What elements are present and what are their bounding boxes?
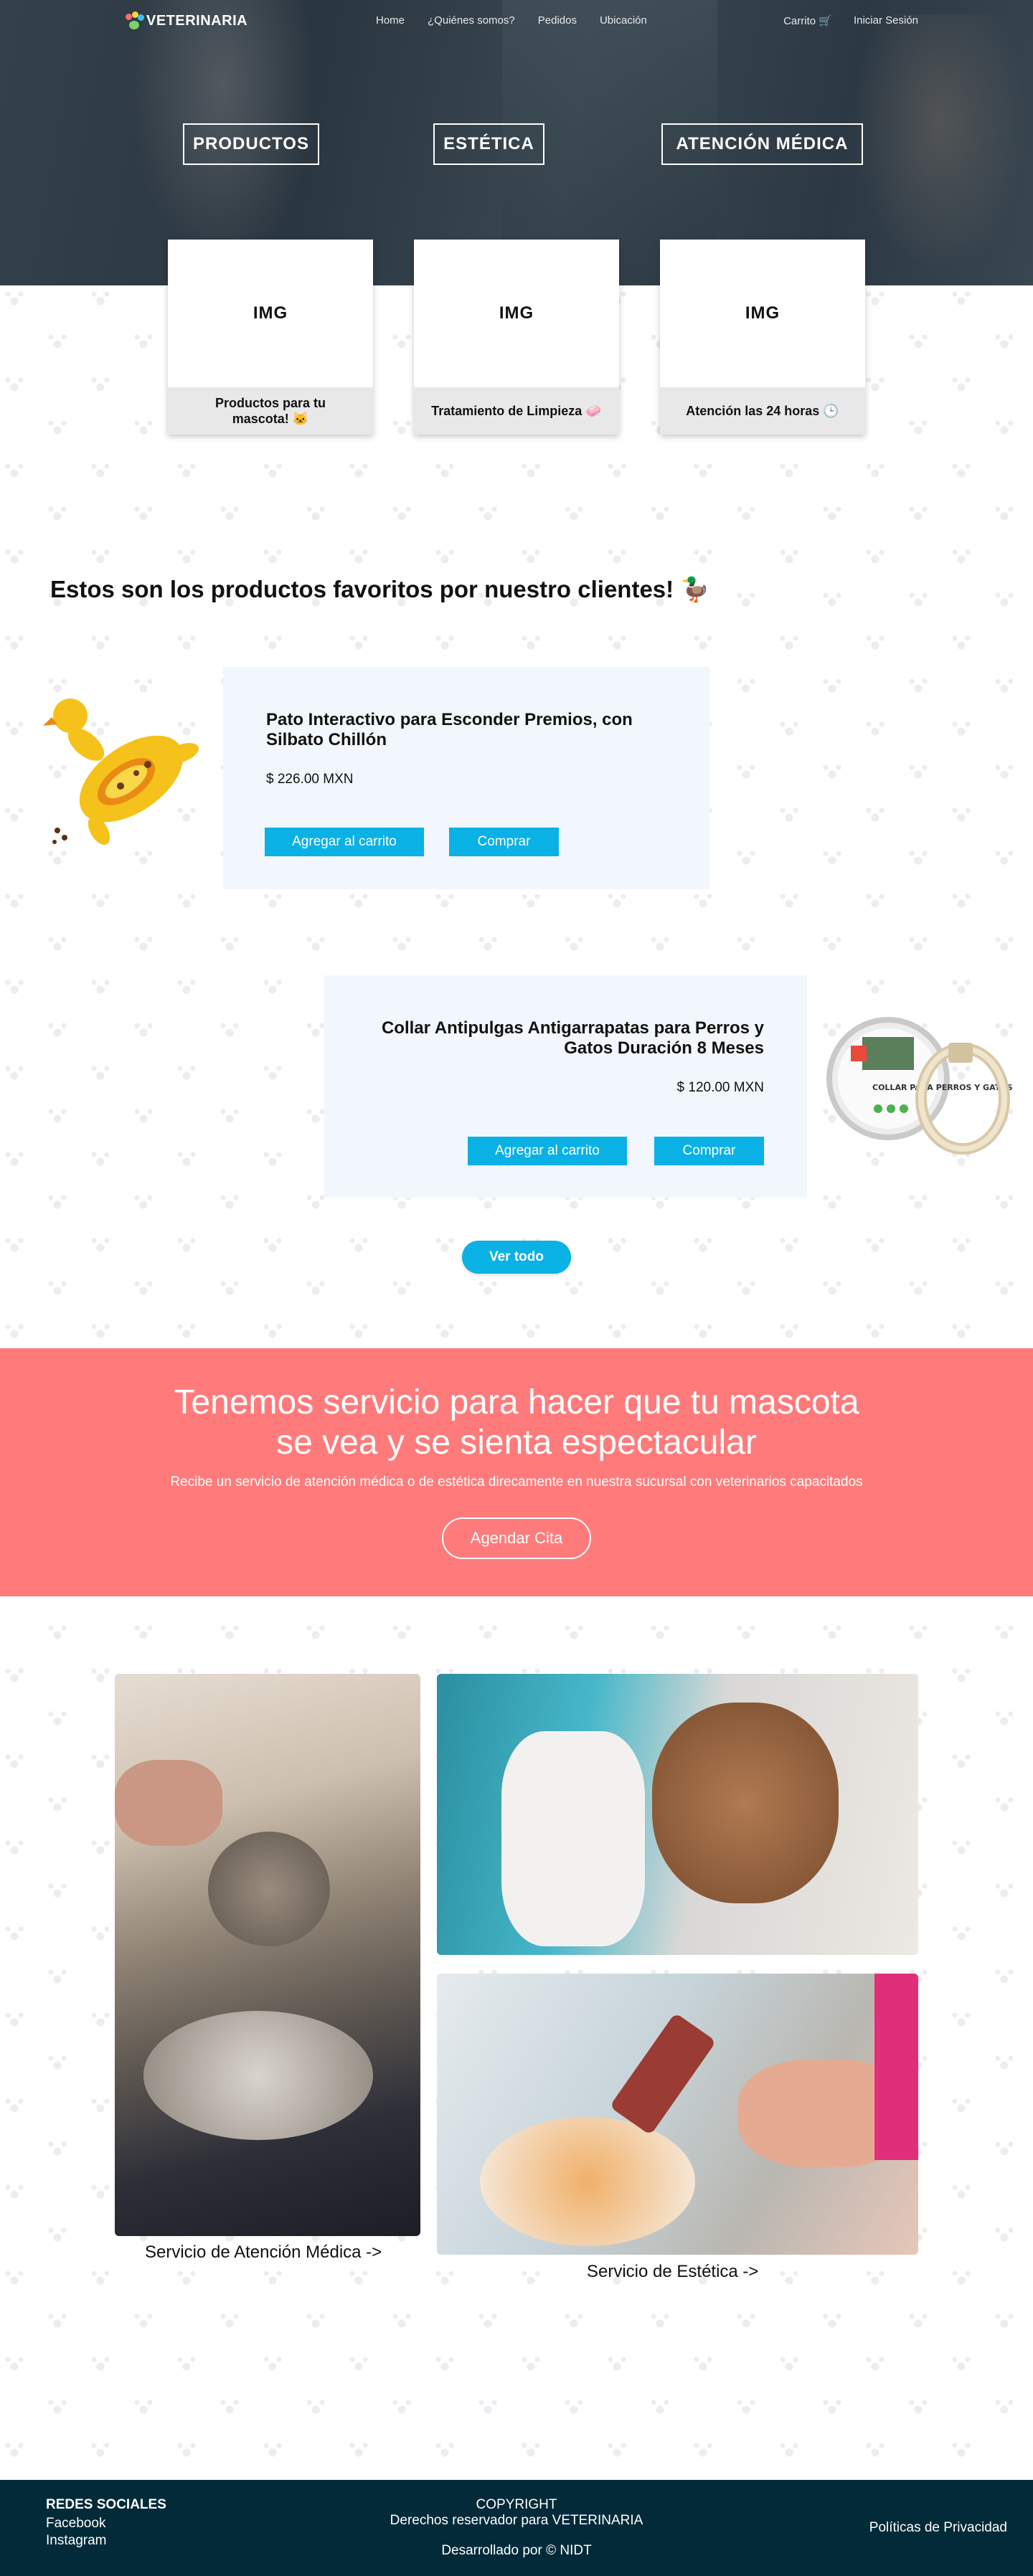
product-name[interactable]: Pato Interactivo para Esconder Premios, … [266, 710, 668, 750]
image-placeholder: IMG [745, 303, 780, 323]
card-caption: Productos para tu mascota! 🐱 [168, 387, 373, 435]
promo-title-line1: Tenemos servicio para hacer que tu masco… [174, 1383, 859, 1421]
privacy-policy-link[interactable]: Políticas de Privacidad [869, 2520, 1007, 2536]
nav-location[interactable]: Ubicación [600, 14, 647, 27]
promo-title-line2: se vea y se sienta espectacular [276, 1424, 757, 1462]
add-to-cart-button[interactable]: Agregar al carrito [468, 1137, 627, 1165]
buy-button[interactable]: Comprar [654, 1137, 764, 1165]
nav-links: Home ¿Quiénes somos? Pedidos Ubicación [376, 14, 670, 27]
products-button[interactable]: PRODUCTOS [183, 123, 319, 165]
cat-face [208, 1832, 330, 1946]
flea-collar-image[interactable]: COLLAR PARA PERROS Y GATOS [822, 1001, 1013, 1169]
service-card-products[interactable]: IMG Productos para tu mascota! 🐱 [168, 240, 373, 435]
hero-photo-nurse [846, 14, 1033, 285]
hand [115, 1760, 222, 1846]
duck-toy-image[interactable] [42, 694, 201, 861]
trimmer [609, 2012, 717, 2136]
nav-orders[interactable]: Pedidos [538, 14, 577, 27]
persian-cat [480, 2117, 695, 2246]
aesthetics-button[interactable]: ESTÉTICA [433, 123, 544, 165]
puppy-grooming-photo[interactable] [437, 1674, 918, 1955]
product-name[interactable]: Collar Antipulgas Antigarrapatas para Pe… [362, 1018, 764, 1059]
top-navbar: VETERINARIA Home ¿Quiénes somos? Pedidos… [0, 0, 1033, 43]
cat-medical-photo[interactable] [115, 1674, 420, 2236]
nav-about[interactable]: ¿Quiénes somos? [428, 14, 515, 27]
aesthetic-service-link[interactable]: Servicio de Estética -> [587, 2262, 758, 2282]
paw-logo-icon [125, 11, 144, 30]
promo-subtitle: Recibe un servicio de atención médica o … [170, 1474, 863, 1490]
copyright-title: COPYRIGHT [476, 2497, 557, 2512]
image-placeholder: IMG [499, 303, 534, 323]
medical-care-button[interactable]: ATENCIÓN MÉDICA [661, 123, 863, 165]
buy-button[interactable]: Comprar [449, 828, 559, 856]
favorites-title: Estos son los productos favoritos por nu… [50, 576, 710, 602]
product-card-collar: Collar Antipulgas Antigarrapatas para Pe… [324, 975, 807, 1198]
collar-package-text: COLLAR PARA PERROS Y GATOS [872, 1083, 1013, 1092]
vet-coat [501, 1731, 645, 1946]
medical-service-link[interactable]: Servicio de Atención Médica -> [145, 2243, 382, 2263]
product-price: $ 120.00 MXN [676, 1080, 764, 1095]
footer: REDES SOCIALES Facebook Instagram COPYRI… [0, 2480, 1033, 2576]
pink-sleeve [874, 1974, 918, 2160]
brand[interactable]: VETERINARIA [125, 11, 247, 30]
puppy [652, 1703, 839, 1903]
nav-actions: Carrito 🛒 Iniciar Sesión [783, 14, 918, 27]
service-card-24h[interactable]: IMG Atención las 24 horas 🕒 [660, 240, 865, 435]
nav-home[interactable]: Home [376, 14, 405, 27]
book-appointment-button[interactable]: Agendar Cita [442, 1517, 591, 1559]
product-card-duck: Pato Interactivo para Esconder Premios, … [223, 667, 709, 889]
image-placeholder: IMG [253, 303, 288, 323]
brand-name: VETERINARIA [146, 12, 248, 29]
promo-banner: Tenemos servicio para hacer que tu masco… [0, 1348, 1033, 1596]
card-caption: Atención las 24 horas 🕒 [660, 387, 865, 435]
add-to-cart-button[interactable]: Agregar al carrito [265, 828, 424, 856]
cat-aesthetic-photo[interactable] [437, 1974, 918, 2255]
view-all-button[interactable]: Ver todo [462, 1241, 571, 1274]
service-card-cleaning[interactable]: IMG Tratamiento de Limpieza 🧼 [414, 240, 619, 435]
cart-link[interactable]: Carrito 🛒 [783, 14, 832, 27]
cat-body [143, 2011, 373, 2140]
login-link[interactable]: Iniciar Sesión [854, 14, 918, 27]
card-caption: Tratamiento de Limpieza 🧼 [414, 387, 619, 435]
product-price: $ 226.00 MXN [266, 772, 354, 787]
developer-credit: Desarrollado por © NIDT [441, 2543, 592, 2558]
